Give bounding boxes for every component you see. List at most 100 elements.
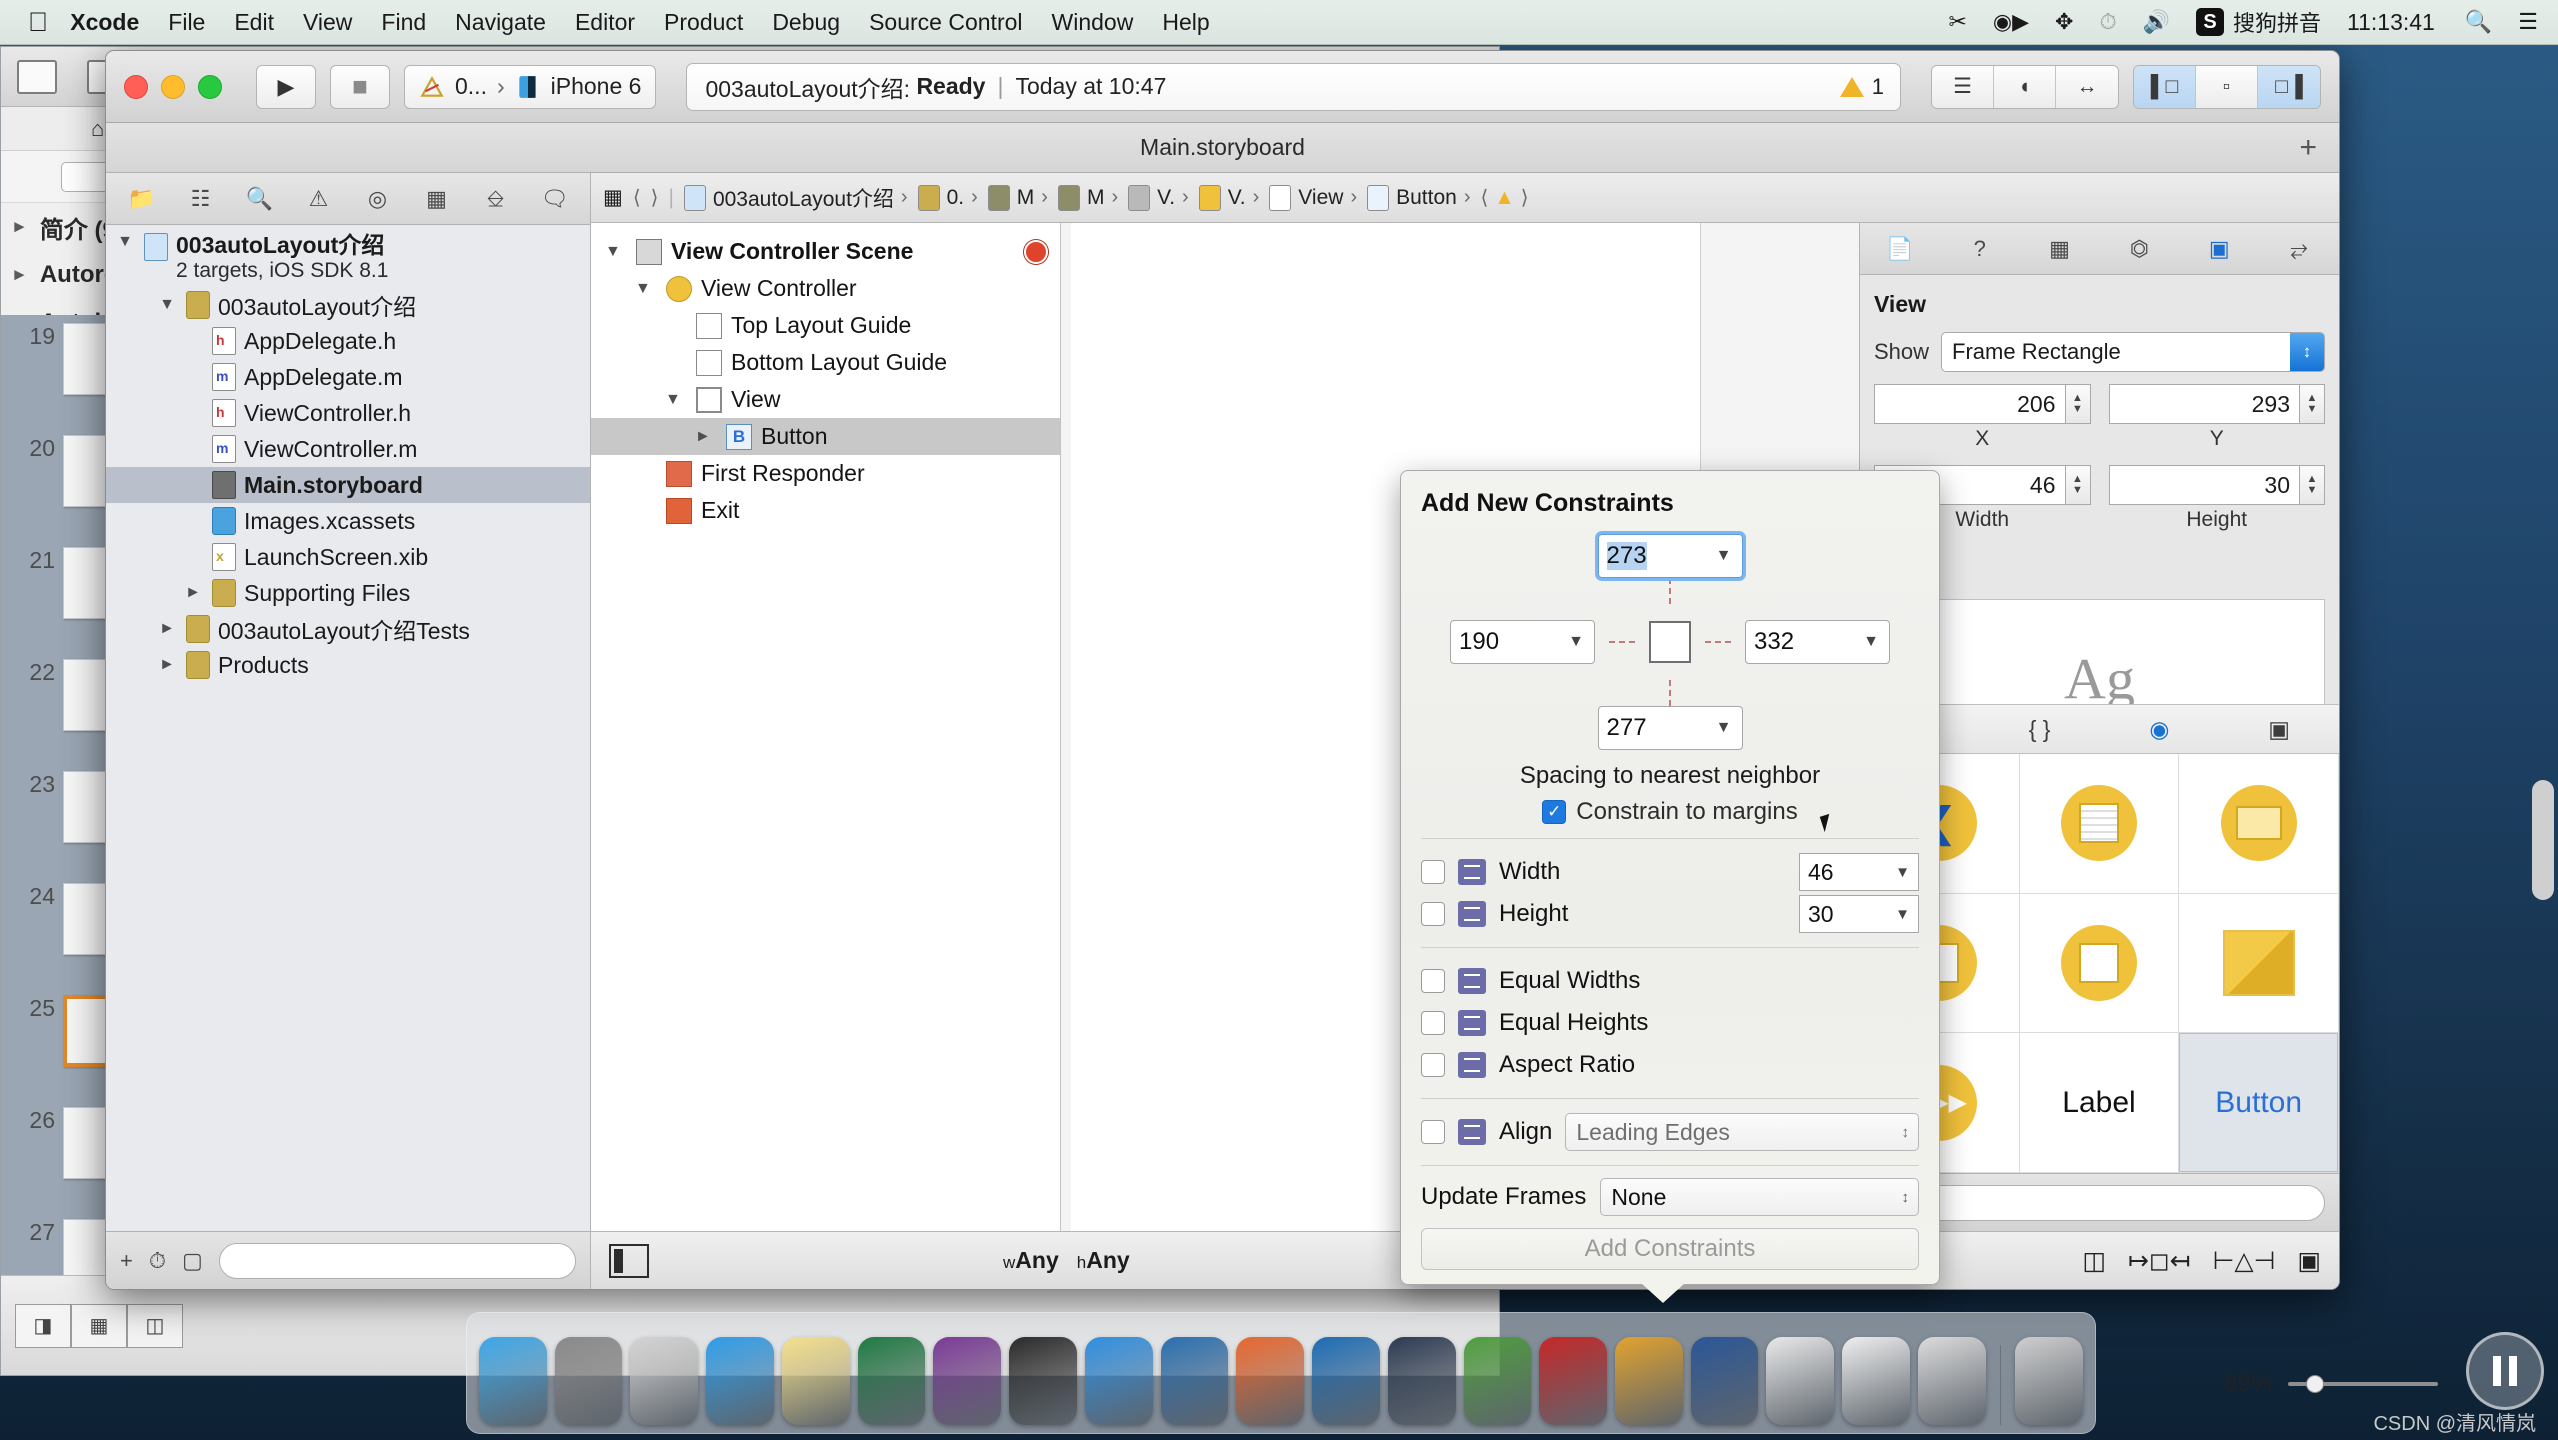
dock-downloads-icon[interactable] — [1917, 1337, 1986, 1425]
align-checkbox[interactable] — [1421, 1120, 1445, 1144]
navigator-tabbar[interactable]: 📁 ☷ 🔍 ⚠ ◎ ▦ ⎒ 🗨 — [106, 173, 590, 225]
menu-item-help[interactable]: Help — [1162, 9, 1209, 36]
height-stepper[interactable]: ▲ ▼ — [2299, 465, 2325, 505]
library-filter-input[interactable] — [1903, 1184, 2325, 1221]
input-method-label[interactable]: 搜狗拼音 — [2233, 6, 2321, 38]
size-class-indicator[interactable]: wAny hAny — [1003, 1247, 1130, 1274]
debug-pane-icon[interactable]: ▫ — [2196, 65, 2258, 108]
search-icon[interactable]: 🔍 — [2465, 9, 2492, 35]
outline-item-4[interactable]: ▼ View — [591, 381, 1060, 418]
add-constraints-button[interactable]: Add Constraints — [1421, 1228, 1919, 1270]
breakpoint-navigator-icon[interactable]: ⎒ — [466, 186, 525, 212]
resizing-behavior-icon[interactable]: ▣ — [2297, 1246, 2321, 1276]
constrain-to-margins-checkbox[interactable]: ✓ — [1542, 800, 1567, 824]
outline-item-2[interactable]: Top Layout Guide — [591, 307, 1060, 344]
chevron-down-icon[interactable]: ▼ — [114, 233, 136, 251]
pane-toggle-group[interactable]: ▌□ ▫ □▐ — [2133, 64, 2321, 109]
scheme-selector[interactable]: 0... › iPhone 6 — [404, 64, 657, 109]
align-icon[interactable]: ◫ — [2082, 1246, 2106, 1276]
jump-bar[interactable]: ▦ ⟨ ⟩ | 003autoLayout介绍 › 0. › M › M › V. › V. › View › Bu… — [591, 173, 2339, 223]
breadcrumb-item-4[interactable]: V. › — [1128, 184, 1189, 211]
dock-app-store-icon[interactable] — [1084, 1337, 1153, 1425]
right-constraint-line[interactable] — [1705, 641, 1731, 643]
dock-onenote-icon[interactable] — [933, 1337, 1002, 1425]
filter-toggle-icon[interactable]: ▢ — [182, 1248, 203, 1274]
plus-icon[interactable]: + — [2299, 131, 2317, 165]
size-inspector-icon[interactable]: ▣ — [2179, 236, 2259, 262]
menu-item-source-control[interactable]: Source Control — [869, 9, 1022, 36]
chevron-down-icon[interactable]: ▼ — [635, 280, 657, 298]
editor-mode-group[interactable]: ☰ ◖ ↔ — [1931, 64, 2119, 109]
navigator-item-5[interactable]: Main.storyboard — [106, 467, 590, 503]
zoom-slider[interactable] — [2288, 1375, 2438, 1393]
mac-menu-bar[interactable]:  Xcode File Edit View Find Navigate Edi… — [0, 0, 2558, 45]
menu-item-debug[interactable]: Debug — [772, 9, 840, 36]
chevron-left-icon[interactable]: ⟨ — [633, 185, 641, 210]
navigator-item-3[interactable]: h ViewController.h — [106, 395, 590, 431]
notification-center-icon[interactable]: ☰ — [2518, 9, 2538, 35]
dock-notes-icon[interactable] — [781, 1337, 850, 1425]
navigator-item-4[interactable]: m ViewController.m — [106, 431, 590, 467]
x-stepper[interactable]: ▲ ▼ — [2064, 384, 2091, 424]
warning-triangle-icon[interactable]: ▲ — [1494, 186, 1515, 209]
project-navigator-icon[interactable]: 📁 — [112, 186, 171, 212]
dock-filezilla-icon[interactable] — [1539, 1337, 1608, 1425]
identity-inspector-icon[interactable]: ▦ — [2020, 236, 2100, 262]
update-frames-select[interactable]: None ↕ — [1600, 1178, 1919, 1216]
dock-word-icon[interactable] — [1690, 1337, 1759, 1425]
equal-heights-checkbox[interactable] — [1421, 1011, 1445, 1035]
keynote-view-icon[interactable] — [17, 59, 57, 94]
breadcrumb-item-3[interactable]: M › — [1057, 184, 1118, 211]
update-frames-row[interactable]: Update Frames None ↕ — [1421, 1178, 1919, 1216]
library-item-7[interactable]: Label — [2019, 1033, 2180, 1173]
dock-fontbook-icon[interactable] — [1766, 1337, 1835, 1425]
outline-item-3[interactable]: Bottom Layout Guide — [591, 344, 1060, 381]
library-item-5[interactable] — [2179, 893, 2339, 1034]
show-popup[interactable]: Frame Rectangle ↕ — [1941, 332, 2325, 372]
right-spacing-field[interactable]: 332 ▼ — [1745, 620, 1890, 664]
chevron-down-icon[interactable]: ▼ — [1716, 719, 1732, 737]
dock-safari-icon[interactable] — [706, 1337, 774, 1425]
pause-recording-button[interactable] — [2466, 1332, 2544, 1410]
menu-item-product[interactable]: Product — [664, 9, 743, 36]
debug-navigator-icon[interactable]: ▦ — [407, 186, 466, 212]
menu-item-view[interactable]: View — [303, 9, 352, 36]
navigator-item-10[interactable]: ► Products — [106, 647, 590, 683]
y-stepper[interactable]: ▲ ▼ — [2299, 384, 2325, 424]
media-library-icon[interactable]: ▣ — [2219, 716, 2339, 743]
outline-view-button[interactable]: ◫ — [127, 1303, 183, 1348]
library-item-8[interactable]: Button — [2179, 1033, 2339, 1173]
recent-icon[interactable]: ⏱ — [149, 1248, 166, 1274]
volume-icon[interactable]: 🔊 — [2143, 9, 2170, 35]
project-root-row[interactable]: ▼ 003autoLayout介绍 2 targets, iOS SDK 8.1 — [106, 232, 590, 287]
document-outline[interactable]: ▼ View Controller Scene ▼ View Controller To… — [591, 223, 1061, 1231]
breadcrumb-item-7[interactable]: Button › — [1367, 184, 1471, 211]
aspect-ratio-checkbox[interactable] — [1421, 1053, 1445, 1077]
vertical-scrollbar[interactable] — [2532, 780, 2554, 900]
bottom-spacing-field[interactable]: 277 ▼ — [1597, 706, 1743, 750]
width-checkbox[interactable] — [1421, 860, 1445, 884]
outline-item-1[interactable]: ▼ View Controller — [591, 270, 1060, 307]
pin-icon[interactable]: ↦◻↤ — [2128, 1246, 2191, 1276]
bottom-constraint-line[interactable] — [1669, 680, 1671, 706]
navigator-item-8[interactable]: ► Supporting Files — [106, 575, 590, 611]
dock-system-preferences-icon[interactable] — [554, 1337, 623, 1425]
navigator-item-6[interactable]: Images.xcassets — [106, 503, 590, 539]
left-constraint-line[interactable] — [1609, 641, 1635, 643]
menu-item-navigate[interactable]: Navigate — [455, 9, 546, 36]
library-item-2[interactable] — [2179, 754, 2339, 894]
add-icon[interactable]: + — [120, 1248, 133, 1274]
chevron-down-icon[interactable]: ▼ — [1895, 906, 1910, 923]
width-constraint-row[interactable]: Width 46 ▼ — [1421, 851, 1919, 893]
chevron-right-icon[interactable]: ► — [182, 584, 204, 602]
menu-item-window[interactable]: Window — [1052, 9, 1134, 36]
dock-launchpad-icon[interactable] — [630, 1337, 699, 1425]
object-library-icon[interactable]: ◉ — [2100, 716, 2220, 743]
chevron-right-icon[interactable]: ► — [695, 428, 717, 446]
align-row[interactable]: Align Leading Edges ↕ — [1421, 1111, 1919, 1153]
dock-illustrator-icon[interactable] — [1387, 1337, 1456, 1425]
mac-dock[interactable] — [466, 1312, 2096, 1434]
version-editor-icon[interactable]: ↔ — [2056, 65, 2118, 108]
menu-item-edit[interactable]: Edit — [234, 9, 274, 36]
navigator-view-button[interactable]: ◨ — [15, 1303, 71, 1348]
